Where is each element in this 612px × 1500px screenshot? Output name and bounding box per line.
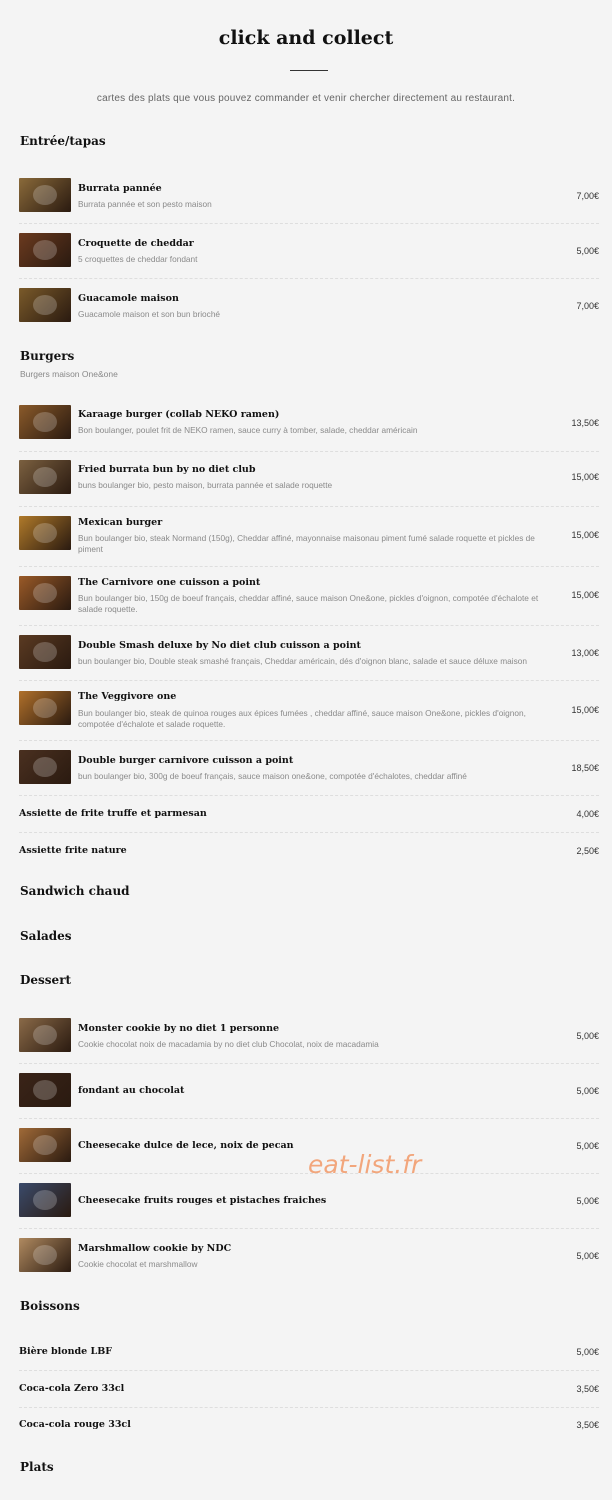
item-name: Double burger carnivore cuisson a point bbox=[78, 755, 294, 766]
item-price: 5,00€ bbox=[576, 1251, 599, 1261]
item-description: Bun boulanger bio, 150g de boeuf françai… bbox=[78, 593, 539, 614]
karaage-burger-photo bbox=[19, 405, 71, 439]
item-price: 15,00€ bbox=[571, 590, 599, 600]
item-name: Karaage burger (collab NEKO ramen) bbox=[78, 409, 280, 420]
item-price: 5,00€ bbox=[576, 1196, 599, 1206]
item-price: 3,50€ bbox=[576, 1384, 599, 1394]
menu-item-cheesecake-fruits[interactable]: Cheesecake fruits rouges et pistaches fr… bbox=[19, 1178, 599, 1229]
item-description: bun boulanger bio, 300g de boeuf françai… bbox=[78, 771, 467, 781]
page-title: click and collect bbox=[218, 27, 394, 49]
veggivore-burger-photo bbox=[19, 691, 71, 725]
section-title-plats: Plats bbox=[20, 1460, 54, 1474]
item-name: fondant au chocolat bbox=[78, 1085, 185, 1096]
item-price: 7,00€ bbox=[576, 301, 599, 311]
item-description: Cookie chocolat et marshmallow bbox=[78, 1259, 198, 1269]
item-description: Bon boulanger, poulet frit de NEKO ramen… bbox=[78, 425, 418, 435]
fried-burrata-bun-photo bbox=[19, 460, 71, 494]
item-description: Guacamole maison et son bun brioché bbox=[78, 309, 221, 319]
menu-item-mexican[interactable]: Mexican burger Bun boulanger bio, steak … bbox=[19, 510, 599, 567]
item-description: Bun boulanger bio, steak Normand (150g),… bbox=[78, 533, 535, 554]
item-description: bun boulanger bio, Double steak smashé f… bbox=[78, 656, 527, 666]
item-description: Cookie chocolat noix de macadamia by no … bbox=[78, 1039, 379, 1049]
item-name: Bière blonde LBF bbox=[19, 1346, 112, 1357]
fondant-photo bbox=[19, 1073, 71, 1107]
section-title-boissons: Boissons bbox=[20, 1299, 80, 1313]
item-price: 5,00€ bbox=[576, 1141, 599, 1151]
item-name: Cheesecake fruits rouges et pistaches fr… bbox=[78, 1195, 327, 1206]
menu-item-frite-truffe[interactable]: Assiette de frite truffe et parmesan 4,0… bbox=[19, 800, 599, 833]
page-subtitle: cartes des plats que vous pouvez command… bbox=[96, 93, 516, 104]
item-name: Guacamole maison bbox=[78, 293, 179, 304]
carnivore-burger-photo bbox=[19, 576, 71, 610]
menu-item-monster-cookie[interactable]: Monster cookie by no diet 1 personne Coo… bbox=[19, 1013, 599, 1064]
menu-item-marshmallow[interactable]: Marshmallow cookie by NDC Cookie chocola… bbox=[19, 1233, 599, 1283]
menu-item-burrata[interactable]: Burrata pannée Burrata pannée et son pes… bbox=[19, 172, 599, 224]
burrata-photo bbox=[19, 178, 71, 212]
item-description: 5 croquettes de cheddar fondant bbox=[78, 254, 198, 264]
item-price: 15,00€ bbox=[571, 472, 599, 482]
title-divider bbox=[290, 70, 328, 71]
watermark: eat-list.fr bbox=[308, 1150, 422, 1179]
item-name: Coca-cola rouge 33cl bbox=[19, 1419, 131, 1430]
item-price: 7,00€ bbox=[576, 191, 599, 201]
item-description: Bun boulanger bio, steak de quinoa rouge… bbox=[78, 708, 526, 729]
item-name: Coca-cola Zero 33cl bbox=[19, 1383, 125, 1394]
item-name: Assiette frite nature bbox=[19, 845, 127, 856]
monster-cookie-photo bbox=[19, 1018, 71, 1052]
item-name: Cheesecake dulce de lece, noix de pecan bbox=[78, 1140, 294, 1151]
item-name: Monster cookie by no diet 1 personne bbox=[78, 1023, 280, 1034]
section-description-burgers: Burgers maison One&one bbox=[20, 369, 118, 379]
item-name: Marshmallow cookie by NDC bbox=[78, 1243, 232, 1254]
item-name: Double Smash deluxe by No diet club cuis… bbox=[78, 640, 361, 651]
item-name: Mexican burger bbox=[78, 517, 163, 528]
croquette-photo bbox=[19, 233, 71, 267]
menu-item-veggivore[interactable]: The Veggivore one Bun boulanger bio, ste… bbox=[19, 685, 599, 741]
menu-item-guacamole[interactable]: Guacamole maison Guacamole maison et son… bbox=[19, 282, 599, 333]
item-price: 5,00€ bbox=[576, 246, 599, 256]
cheesecake-fruits-photo bbox=[19, 1183, 71, 1217]
item-price: 4,00€ bbox=[576, 809, 599, 819]
menu-item-carnivore[interactable]: The Carnivore one cuisson a point Bun bo… bbox=[19, 570, 599, 626]
item-price: 2,50€ bbox=[576, 846, 599, 856]
item-price: 3,50€ bbox=[576, 1420, 599, 1430]
menu-item-karaage[interactable]: Karaage burger (collab NEKO ramen) Bon b… bbox=[19, 400, 599, 452]
menu-item-fried-burrata[interactable]: Fried burrata bun by no diet club buns b… bbox=[19, 455, 599, 507]
double-carnivore-photo bbox=[19, 750, 71, 784]
menu-item-frite-nature[interactable]: Assiette frite nature 2,50€ bbox=[19, 837, 599, 869]
item-name: Burrata pannée bbox=[78, 183, 162, 194]
menu-item-fondant[interactable]: fondant au chocolat 5,00€ bbox=[19, 1068, 599, 1119]
section-title-salades: Salades bbox=[20, 929, 72, 943]
item-price: 15,00€ bbox=[571, 705, 599, 715]
item-name: Fried burrata bun by no diet club bbox=[78, 464, 256, 475]
item-price: 18,50€ bbox=[571, 763, 599, 773]
section-title-entree: Entrée/tapas bbox=[20, 134, 106, 148]
section-title-burgers: Burgers bbox=[20, 349, 75, 363]
menu-item-double-smash[interactable]: Double Smash deluxe by No diet club cuis… bbox=[19, 630, 599, 681]
menu-item-coca-zero[interactable]: Coca-cola Zero 33cl 3,50€ bbox=[19, 1375, 599, 1408]
item-price: 15,00€ bbox=[571, 530, 599, 540]
double-smash-photo bbox=[19, 635, 71, 669]
menu-item-coca-rouge[interactable]: Coca-cola rouge 33cl 3,50€ bbox=[19, 1411, 599, 1443]
item-name: Croquette de cheddar bbox=[78, 238, 194, 249]
section-title-sandwich: Sandwich chaud bbox=[20, 884, 130, 898]
menu-item-double-carnivore[interactable]: Double burger carnivore cuisson a point … bbox=[19, 745, 599, 796]
item-price: 5,00€ bbox=[576, 1086, 599, 1096]
item-price: 13,00€ bbox=[571, 648, 599, 658]
item-price: 5,00€ bbox=[576, 1347, 599, 1357]
item-description: Burrata pannée et son pesto maison bbox=[78, 199, 212, 209]
item-description: buns boulanger bio, pesto maison, burrat… bbox=[78, 480, 333, 490]
menu-item-biere[interactable]: Bière blonde LBF 5,00€ bbox=[19, 1338, 599, 1371]
mexican-burger-photo bbox=[19, 516, 71, 550]
marshmallow-cookie-photo bbox=[19, 1238, 71, 1272]
item-price: 5,00€ bbox=[576, 1031, 599, 1041]
cheesecake-dulce-photo bbox=[19, 1128, 71, 1162]
menu-item-croquette[interactable]: Croquette de cheddar 5 croquettes de che… bbox=[19, 227, 599, 279]
item-name: Assiette de frite truffe et parmesan bbox=[19, 808, 207, 819]
item-name: The Carnivore one cuisson a point bbox=[78, 577, 261, 588]
section-title-dessert: Dessert bbox=[20, 973, 72, 987]
item-price: 13,50€ bbox=[571, 418, 599, 428]
item-name: The Veggivore one bbox=[78, 691, 177, 702]
guacamole-photo bbox=[19, 288, 71, 322]
